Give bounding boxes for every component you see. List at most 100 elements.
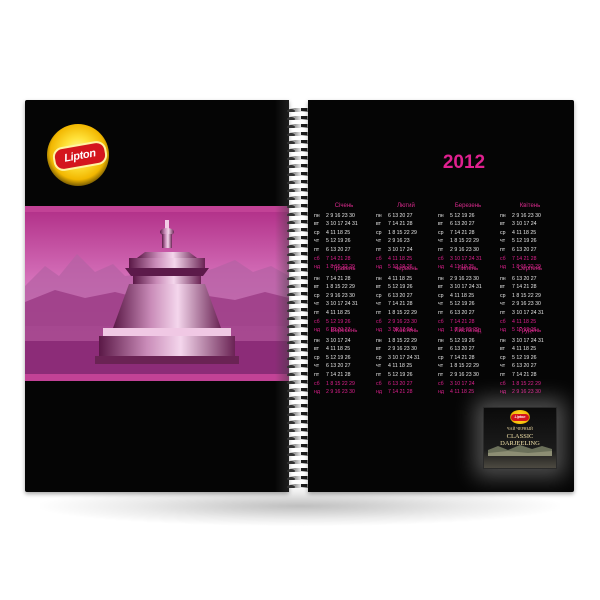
day-label: сб bbox=[500, 318, 506, 325]
day-label: чт bbox=[438, 301, 444, 308]
week-row: ср 7 14 21 28 bbox=[438, 229, 498, 238]
binding-holes bbox=[301, 108, 307, 488]
week-row: сб 7 14 21 28 bbox=[438, 318, 498, 327]
day-label: пт bbox=[314, 309, 320, 316]
day-dates: 3 10 17 24 bbox=[450, 380, 475, 387]
day-dates: 2 9 16 23 30 bbox=[450, 275, 479, 282]
day-dates: 6 13 20 27 bbox=[450, 346, 475, 353]
month-name: Серпень bbox=[517, 266, 543, 272]
week-row: пт 5 12 19 26 bbox=[376, 371, 436, 380]
day-label: ср bbox=[314, 354, 320, 361]
day-dates: 1 8 15 22 29 bbox=[388, 309, 417, 316]
day-dates: 6 13 20 27 bbox=[450, 221, 475, 228]
week-row: сб 7 14 21 28 bbox=[314, 255, 374, 264]
week-row: ср 2 9 16 23 30 bbox=[314, 292, 374, 301]
week-row: пн 1 8 15 22 29 bbox=[376, 337, 436, 346]
week-row: ср 7 14 21 28 bbox=[438, 354, 498, 363]
week-row: ср 4 11 18 25 bbox=[314, 229, 374, 238]
day-label: ср bbox=[376, 292, 382, 299]
day-dates: 2 9 16 23 30 bbox=[512, 389, 541, 396]
day-dates: 2 9 16 23 30 bbox=[388, 346, 417, 353]
day-label: чт bbox=[376, 238, 382, 245]
week-row: пт 6 13 20 27 bbox=[500, 246, 560, 255]
day-dates: 3 10 17 24 31 bbox=[326, 301, 358, 308]
day-dates: 5 12 19 26 bbox=[450, 337, 475, 344]
week-row: вт 6 13 20 27 bbox=[438, 345, 498, 354]
month-block: Жовтень пн 1 8 15 22 29 вт 2 9 16 23 30 ср 3 1… bbox=[376, 327, 436, 397]
day-label: сб bbox=[438, 380, 444, 387]
day-label: пт bbox=[500, 309, 506, 316]
day-dates: 3 10 17 24 bbox=[512, 221, 537, 228]
day-dates: 1 8 15 22 29 bbox=[326, 284, 355, 291]
day-dates: 5 12 19 26 bbox=[388, 371, 413, 378]
day-dates: 7 14 21 28 bbox=[388, 221, 413, 228]
month-name: Травень bbox=[332, 266, 356, 272]
week-row: пт 1 8 15 22 29 bbox=[376, 309, 436, 318]
day-label: ср bbox=[438, 229, 444, 236]
day-label: чт bbox=[438, 238, 444, 245]
week-row: пт 6 13 20 27 bbox=[314, 246, 374, 255]
week-row: вт 1 8 15 22 29 bbox=[314, 283, 374, 292]
week-row: пн 5 12 19 26 bbox=[438, 212, 498, 221]
month-name: Липень bbox=[457, 266, 479, 272]
day-dates: 3 10 17 24 31 bbox=[450, 284, 482, 291]
day-label: нд bbox=[314, 389, 320, 396]
week-row: пн 6 13 20 27 bbox=[376, 212, 436, 221]
week-row: вт 7 14 21 28 bbox=[376, 220, 436, 229]
temple-photo bbox=[25, 206, 289, 381]
month-name: Березень bbox=[454, 203, 482, 209]
week-row: пт 7 14 21 28 bbox=[500, 371, 560, 380]
day-label: чт bbox=[500, 301, 506, 308]
day-label: чт bbox=[376, 301, 382, 308]
week-row: сб 5 12 19 26 bbox=[314, 318, 374, 327]
month-block: Листопад пн 5 12 19 26 вт 6 13 20 27 ср 7 14 2… bbox=[438, 327, 498, 397]
week-row: вт 4 11 18 25 bbox=[314, 345, 374, 354]
day-dates: 4 11 18 25 bbox=[512, 229, 537, 236]
day-dates: 1 8 15 22 29 bbox=[512, 380, 541, 387]
day-label: пн bbox=[500, 275, 506, 282]
week-row: нд 2 9 16 23 30 bbox=[314, 388, 374, 397]
day-label: вт bbox=[314, 346, 320, 353]
day-label: пт bbox=[376, 309, 382, 316]
left-page: Lipton bbox=[25, 100, 289, 492]
day-label: чт bbox=[314, 301, 320, 308]
day-label: ср bbox=[314, 229, 320, 236]
day-dates: 7 14 21 28 bbox=[512, 255, 537, 262]
day-dates: 4 11 18 25 bbox=[450, 389, 475, 396]
day-label: пт bbox=[314, 371, 320, 378]
week-row: ср 5 12 19 26 bbox=[500, 354, 560, 363]
day-label: сб bbox=[376, 255, 382, 262]
day-label: вт bbox=[500, 284, 506, 291]
month-name: Лютий bbox=[397, 203, 415, 209]
day-label: вт bbox=[438, 284, 444, 291]
day-dates: 6 13 20 27 bbox=[388, 380, 413, 387]
day-dates: 4 11 18 25 bbox=[388, 275, 413, 282]
week-row: сб 2 9 16 23 30 bbox=[376, 318, 436, 327]
day-label: пн bbox=[438, 275, 444, 282]
day-label: вт bbox=[376, 221, 382, 228]
temple-illustration bbox=[25, 206, 289, 381]
day-dates: 7 14 21 28 bbox=[512, 284, 537, 291]
day-dates: 7 14 21 28 bbox=[450, 354, 475, 361]
month-block: Квітень пн 2 9 16 23 30 вт 3 10 17 24 ср 4 11 … bbox=[500, 202, 560, 272]
week-row: ср 1 8 15 22 29 bbox=[500, 292, 560, 301]
week-row: чт 2 9 16 23 30 bbox=[500, 300, 560, 309]
month-name: Вересень bbox=[330, 328, 358, 334]
week-row: нд 7 14 21 28 bbox=[376, 388, 436, 397]
day-label: пт bbox=[438, 371, 444, 378]
pack-logo-badge: Lipton bbox=[511, 414, 529, 421]
week-row: пн 2 9 16 23 30 bbox=[438, 275, 498, 284]
month-block: Січень пн 2 9 16 23 30 вт 3 10 17 24 31 ср 4 1… bbox=[314, 202, 374, 272]
day-dates: 2 9 16 23 30 bbox=[326, 389, 355, 396]
week-row: сб 3 10 17 24 31 bbox=[438, 255, 498, 264]
day-label: чт bbox=[500, 238, 506, 245]
day-dates: 5 12 19 26 bbox=[326, 354, 351, 361]
month-name: Січень bbox=[334, 203, 354, 209]
day-label: пн bbox=[500, 212, 506, 219]
lipton-logo: Lipton bbox=[47, 124, 109, 186]
pack-logo: Lipton bbox=[510, 410, 530, 424]
day-dates: 1 8 15 22 29 bbox=[388, 337, 417, 344]
day-dates: 6 13 20 27 bbox=[450, 309, 475, 316]
week-row: пн 5 12 19 26 bbox=[438, 337, 498, 346]
day-label: чт bbox=[314, 363, 320, 370]
